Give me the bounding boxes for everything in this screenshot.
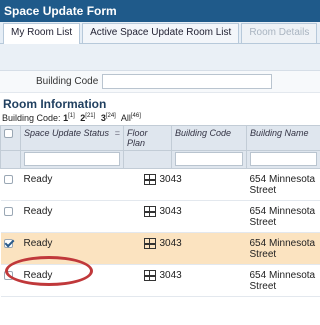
room-table: = Space Update Status Floor Plan Building… <box>0 125 320 297</box>
quick-filter-item[interactable]: All[46] <box>121 113 141 123</box>
floor-plan-icon[interactable] <box>143 174 156 185</box>
toolbar-band <box>0 44 320 71</box>
column-header-floor-plan[interactable]: Floor Plan <box>123 125 172 151</box>
status-filter-input[interactable] <box>24 152 120 166</box>
sort-indicator[interactable]: = <box>115 128 120 138</box>
column-filter-row <box>0 150 320 169</box>
tab-my-room-list[interactable]: My Room List <box>3 23 81 44</box>
floor-plan-icon[interactable] <box>143 238 156 249</box>
table-row[interactable]: Ready 3043 654 Minnesota Street <box>0 264 320 297</box>
floor-plan-icon[interactable] <box>143 270 156 281</box>
table-row-selected[interactable]: Ready 3043 654 Minnesota Street <box>0 232 320 265</box>
tab-active-space-update-room-list[interactable]: Active Space Update Room List <box>82 23 240 43</box>
row-checkbox[interactable] <box>3 207 13 216</box>
section-title: Room Information <box>3 97 107 111</box>
cell-building-code: 3043 <box>159 270 182 281</box>
quick-filter-item[interactable]: 3[24] <box>101 113 116 123</box>
building-code-quick-filter: Building Code: 1[1] 2[21] 3[24] All[46] <box>0 113 320 125</box>
tab-bar: My Room List Active Space Update Room Li… <box>0 22 320 44</box>
cell-status: Ready <box>20 264 124 297</box>
row-checkbox[interactable] <box>3 175 13 184</box>
cell-building-name: 654 Minnesota Street <box>246 168 320 201</box>
tab-room-details: Room Details <box>241 23 318 43</box>
cell-building-name: 654 Minnesota Street <box>246 200 320 233</box>
row-checkbox-checked[interactable] <box>3 239 13 248</box>
column-header-building-code[interactable]: Building Code <box>171 125 247 151</box>
cell-status: Ready <box>20 200 124 233</box>
building-name-column-filter[interactable] <box>250 152 317 166</box>
building-code-column-filter[interactable] <box>175 152 243 166</box>
cell-building-name: 654 Minnesota Street <box>246 264 320 297</box>
table-row[interactable]: Ready 3043 654 Minnesota Street <box>0 168 320 201</box>
cell-building-code: 3043 <box>159 174 182 185</box>
table-header-row: = Space Update Status Floor Plan Building… <box>0 125 320 151</box>
select-all-header[interactable] <box>0 125 21 151</box>
quick-filter-item[interactable]: 1[1] <box>63 113 75 123</box>
floor-plan-icon[interactable] <box>143 206 156 217</box>
building-code-filter: Building Code <box>0 71 320 93</box>
quick-filter-label: Building Code: <box>2 113 61 123</box>
building-code-input[interactable] <box>102 74 273 89</box>
select-all-checkbox[interactable] <box>4 129 13 138</box>
cell-building-name: 654 Minnesota Street <box>246 232 320 265</box>
building-code-label: Building Code <box>36 76 99 87</box>
cell-status: Ready <box>20 232 124 265</box>
cell-building-code: 3043 <box>159 206 182 217</box>
table-row[interactable]: Ready 3043 654 Minnesota Street <box>0 200 320 233</box>
row-checkbox[interactable] <box>3 271 13 280</box>
column-header-status[interactable]: = Space Update Status <box>20 125 124 151</box>
form-title: Space Update Form <box>0 0 320 22</box>
cell-building-code: 3043 <box>159 238 182 249</box>
quick-filter-item[interactable]: 2[21] <box>80 113 95 123</box>
column-header-building-name[interactable]: Building Name <box>246 125 320 151</box>
cell-status: Ready <box>20 168 124 201</box>
